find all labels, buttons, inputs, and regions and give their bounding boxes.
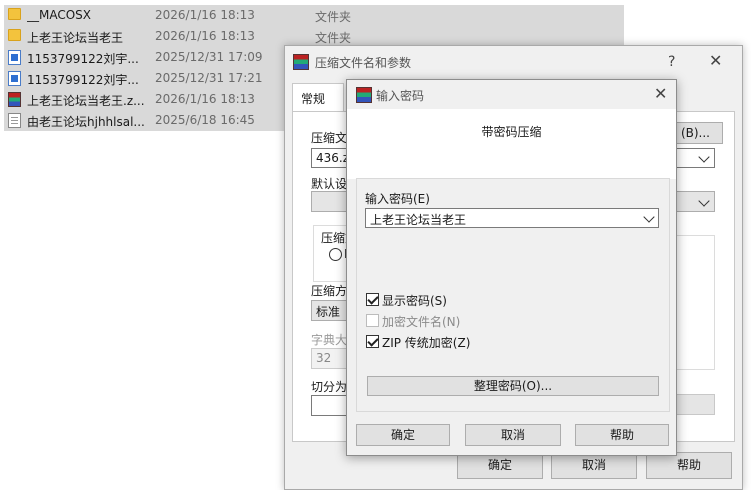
method-label: 压缩方 (311, 284, 348, 298)
dialog-title: 压缩文件名和参数 (315, 56, 412, 70)
file-date: 2026/1/16 18:13 (155, 29, 255, 43)
winrar-icon (293, 54, 309, 70)
ok-button[interactable]: 确定 (457, 452, 543, 479)
cancel-button[interactable]: 取消 (465, 424, 561, 446)
file-name: 1153799122刘宇... (27, 73, 139, 87)
winrar-icon (356, 87, 372, 103)
file-name: 上老王论坛当老王 (27, 31, 124, 45)
zip-legacy-label: ZIP 传统加密(Z) (382, 336, 471, 350)
dialog-heading: 带密码压缩 (481, 125, 542, 139)
ok-button[interactable]: 确定 (356, 424, 450, 446)
tab-general[interactable]: 常规 (292, 83, 344, 112)
chevron-down-icon[interactable] (643, 211, 655, 223)
password-label: 输入密码(E) (365, 192, 430, 206)
cancel-button[interactable]: 取消 (551, 452, 637, 479)
dialog-header: 带密码压缩 (347, 109, 676, 179)
file-date: 2025/6/18 16:45 (155, 113, 255, 127)
password-group: 输入密码(E) 上老王论坛当老王 显示密码(S) 加密文件名(N) ZIP 传统… (356, 178, 670, 412)
help-button[interactable]: 帮助 (646, 452, 732, 479)
file-date: 2026/1/16 18:13 (155, 92, 255, 106)
file-date: 2025/12/31 17:21 (155, 71, 263, 85)
text-file-icon (8, 113, 21, 128)
chevron-down-icon[interactable] (698, 195, 710, 207)
archive-name-label: 压缩文 (311, 131, 348, 145)
default-profile-label: 默认设 (311, 177, 348, 191)
document-icon (8, 71, 21, 86)
encrypt-filenames-checkbox (366, 314, 379, 327)
dictionary-label: 字典大 (311, 333, 348, 347)
file-name: 上老王论坛当老王.z... (27, 94, 145, 108)
password-dialog: 输入密码 ✕ 带密码压缩 输入密码(E) 上老王论坛当老王 显示密码(S) 加密… (346, 79, 677, 456)
file-date: 2026/1/16 18:13 (155, 8, 255, 22)
close-icon[interactable]: ✕ (709, 53, 722, 69)
file-name: __MACOSX (27, 8, 92, 22)
encrypt-filenames-label: 加密文件名(N) (382, 315, 461, 329)
organize-passwords-button[interactable]: 整理密码(O)... (367, 376, 659, 396)
file-name: 由老王论坛hjhhlsal... (27, 115, 145, 129)
folder-icon (8, 29, 21, 41)
split-label: 切分为 (311, 380, 348, 394)
method-value: 标准 (316, 305, 341, 319)
tab-label: 常规 (301, 92, 326, 106)
password-value: 上老王论坛当老王 (370, 213, 467, 227)
show-password-checkbox[interactable] (366, 293, 379, 306)
help-caption-button[interactable]: ? (668, 54, 675, 70)
help-button[interactable]: 帮助 (575, 424, 669, 446)
show-password-label: 显示密码(S) (382, 294, 447, 308)
rar-archive-icon (8, 92, 21, 107)
zip-legacy-checkbox[interactable] (366, 335, 379, 348)
file-date: 2025/12/31 17:09 (155, 50, 263, 64)
file-type: 文件夹 (315, 31, 352, 45)
file-name: 1153799122刘宇... (27, 52, 139, 66)
dialog-title: 输入密码 (376, 89, 425, 103)
document-icon (8, 50, 21, 65)
folder-icon (8, 8, 21, 20)
file-type: 文件夹 (315, 10, 352, 24)
chevron-down-icon[interactable] (698, 151, 710, 163)
format-radio[interactable] (329, 248, 342, 261)
dictionary-value: 32 (316, 351, 332, 365)
file-row[interactable]: 上老王论坛当老王 2026/1/16 18:13 文件夹 (4, 26, 624, 47)
close-icon[interactable]: ✕ (654, 86, 667, 102)
file-row[interactable]: __MACOSX 2026/1/16 18:13 文件夹 (4, 5, 624, 26)
password-input[interactable]: 上老王论坛当老王 (365, 208, 659, 228)
